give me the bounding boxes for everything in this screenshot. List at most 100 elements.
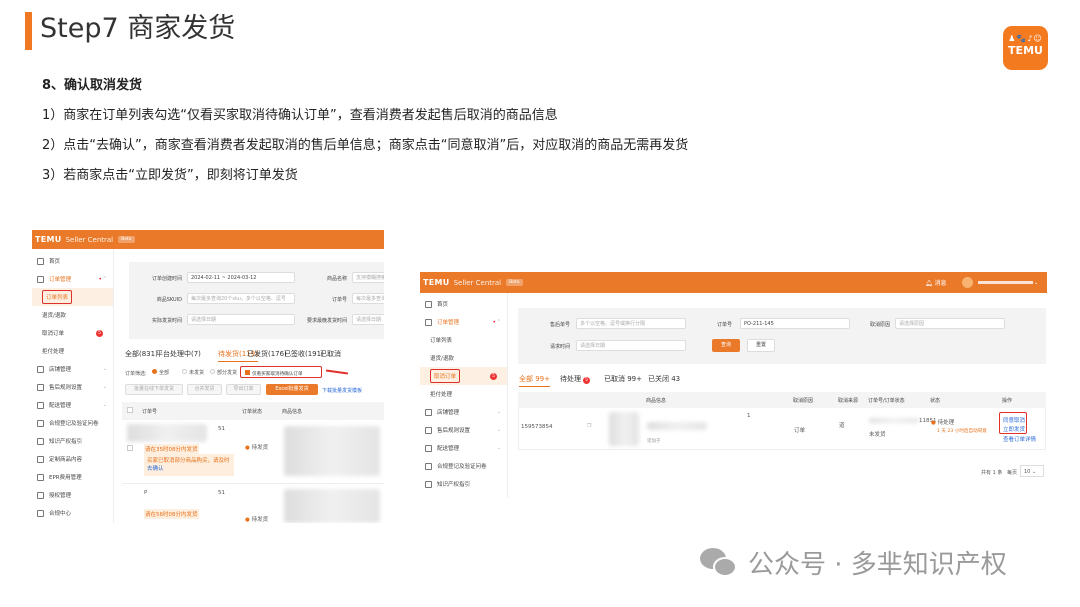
tab-1[interactable]: 平台处理中(7) [156, 349, 201, 359]
messages-button[interactable]: 🔔︎ 消息 [925, 278, 947, 287]
chevron-down-icon[interactable]: ⌄ [103, 402, 107, 408]
order-no: 51 [218, 426, 225, 432]
app-name: Seller Central [65, 235, 114, 244]
menu-icon [425, 462, 432, 470]
order-no-input[interactable]: PO-211-145 [740, 318, 850, 329]
chevron-down-icon[interactable]: ⌄ [103, 384, 107, 390]
sidebar-item[interactable]: 店铺管理 ⌄ [32, 360, 113, 378]
column-header: 订单号 [142, 409, 158, 415]
sku-input[interactable]: 每次最多查询20个sku，多个以空格、逗号 [187, 293, 295, 304]
chevron-down-icon[interactable]: ⌄ [497, 427, 501, 433]
label: 要求最晚发货时间 [306, 318, 347, 324]
app-name: Seller Central [453, 278, 502, 287]
sidebar-item[interactable]: 订单列表 [420, 331, 507, 349]
chevron-down-icon[interactable]: ⌄ [497, 445, 501, 451]
sidebar-item[interactable]: 合规登记及验证问卷 [420, 457, 507, 475]
account-name[interactable] [978, 281, 1033, 284]
search-button[interactable]: 查询 [712, 339, 740, 352]
sidebar-item[interactable]: 定制商品内容 [32, 450, 113, 468]
agree-cancel-link[interactable]: 同意取消 [1003, 416, 1025, 424]
toolbar-button-2[interactable]: 导出订单 [226, 384, 261, 395]
sidebar-item[interactable]: 订单列表 [32, 288, 113, 306]
reset-button[interactable]: 重置 [747, 339, 775, 352]
sidebar-item[interactable]: 首页 [420, 295, 507, 313]
sidebar-item[interactable]: 售后规则设置 ⌄ [420, 421, 507, 439]
radio-2[interactable]: 部分发货 [210, 369, 237, 376]
req-time-input[interactable]: 请选择日期 [352, 314, 384, 325]
product-name-input[interactable]: 支持模糊搜索 [352, 272, 384, 283]
toolbar-button-3[interactable]: Excel批量发货 [266, 384, 318, 395]
toolbar-button-0[interactable]: 批量在线下单发货 [125, 384, 183, 395]
sidebar-item[interactable]: 订单管理 • ⌃ [32, 270, 113, 288]
sidebar-item[interactable]: 订单管理 • ⌃ [420, 313, 507, 331]
table-header: 商品信息 取消原因 取消来源 订单号/订单状态 状态 操作 [518, 392, 1046, 408]
sidebar-item[interactable]: 退货/退款 [420, 349, 507, 367]
order-no: 51 [218, 490, 225, 496]
request-time-input[interactable]: 请选择日期 [576, 340, 686, 351]
after-sale-no-input[interactable]: 多个以空格、逗号或换行分隔 [576, 318, 686, 329]
avatar[interactable] [962, 277, 973, 288]
per-page-select[interactable]: 10 ⌄ [1020, 465, 1044, 477]
menu-icon [37, 491, 44, 499]
sidebar-item[interactable]: 首页 [32, 252, 113, 270]
radio-1[interactable]: 未发货 [182, 369, 204, 376]
sidebar-item[interactable]: 知识产权指引 [32, 432, 113, 450]
toolbar-button-1[interactable]: 合并发货 [187, 384, 222, 395]
sidebar-item-label: 配送管理 [49, 403, 72, 409]
go-confirm-link[interactable]: 去确认 [147, 466, 164, 472]
select-all-checkbox[interactable] [127, 407, 133, 413]
ship-time-input[interactable]: 请选择日期 [187, 314, 295, 325]
temu-logo: ♟🐾♪☺ TEMU [1003, 26, 1048, 70]
sidebar-item[interactable]: 拒付处理 [420, 385, 507, 403]
download-template-link[interactable]: 下载批量发货模板 [322, 387, 362, 394]
menu-icon [37, 419, 44, 427]
sidebar-item[interactable]: 退货/退款 [32, 306, 113, 324]
tab-3[interactable]: 已关闭 43 [648, 374, 680, 384]
tab-4[interactable]: 已签收(191) [284, 349, 324, 359]
chevron-up-icon[interactable]: ⌃ [497, 319, 501, 325]
chevron-down-icon[interactable]: ⌄ [103, 366, 107, 372]
tab-1[interactable]: 待处理 5 [560, 374, 590, 384]
create-time-input[interactable]: 2024-02-11 ~ 2024-03-12 [187, 272, 295, 283]
order-no-input[interactable]: 每次最多查询 [352, 293, 384, 304]
column-header: 商品信息 [646, 398, 667, 404]
chevron-down-icon[interactable]: ⌄ [497, 409, 501, 415]
tab-3[interactable]: 已发货(176) [247, 349, 287, 359]
sidebar-item[interactable]: 知识产权指引 [420, 475, 507, 493]
view-order-detail-link[interactable]: 查看订单详情 [1003, 435, 1036, 443]
sidebar-item[interactable]: 合规中心 [32, 504, 113, 522]
ship-now-link[interactable]: 立即发货 [1003, 425, 1025, 433]
row-checkbox[interactable] [127, 445, 133, 451]
arrow-icon [326, 369, 348, 375]
sidebar-item[interactable]: 取消订单 5 [420, 367, 507, 385]
sidebar-item-label: 首页 [49, 259, 61, 265]
buyer-cancel-checkbox[interactable]: 仅看买家取消待确认订单 [240, 366, 322, 378]
filter-label: 订单筛选: [125, 371, 147, 377]
sidebar-item[interactable]: 拒付处理 [32, 342, 113, 360]
sidebar-item[interactable]: 配送管理 ⌄ [420, 439, 507, 457]
cancel-reason-select[interactable]: 请选择原因 [895, 318, 1005, 329]
order-status: 待发货 [251, 445, 269, 451]
copy-icon[interactable]: ❐ [587, 423, 591, 429]
radio-icon [152, 369, 157, 374]
notification-dot: • [492, 318, 496, 326]
sidebar-item[interactable]: 店铺管理 ⌄ [420, 403, 507, 421]
chevron-down-icon[interactable]: ⌄ [1034, 280, 1038, 286]
menu-icon [37, 473, 44, 481]
tab-0[interactable]: 全部(831) [125, 349, 158, 359]
sidebar: 首页 订单管理 • ⌃ 订单列表 退货/退款 取消订单 5 拒付处理 店铺管理 ⌄ 售后规则设置 ⌄ 配送… [32, 249, 114, 523]
auto-agree-countdown: 1 天 23 小时后自动同意 [937, 429, 987, 434]
sidebar-item[interactable]: 售后规则设置 ⌄ [32, 378, 113, 396]
sidebar-item[interactable]: 取消订单 5 [32, 324, 113, 342]
radio-0[interactable]: 全部 [152, 369, 169, 376]
sidebar-item[interactable]: 配送管理 ⌄ [32, 396, 113, 414]
sidebar-item[interactable]: 授权管理 [32, 486, 113, 504]
tab-5[interactable]: 已取消 [320, 349, 341, 359]
tab-0[interactable]: 全部 99+ [519, 374, 550, 387]
sidebar-item[interactable]: EPR费用管理 [32, 468, 113, 486]
order-status: 未发货 [869, 432, 886, 438]
chevron-up-icon[interactable]: ⌃ [103, 276, 107, 282]
tab-2[interactable]: 已取消 99+ [604, 374, 642, 384]
sidebar-item[interactable]: 合规登记及验证问卷 [32, 414, 113, 432]
label: 售后单号 [549, 322, 570, 328]
